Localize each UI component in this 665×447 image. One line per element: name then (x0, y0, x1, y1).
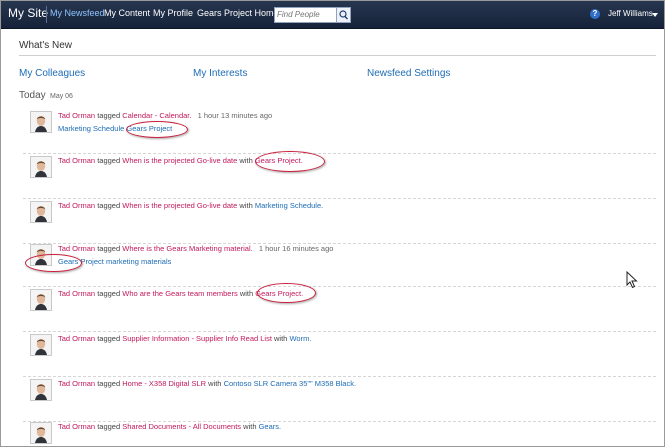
feed-item-text: Tad Orman tagged Home - X358 Digital SLR… (58, 379, 356, 388)
tagged-item-link[interactable]: When is the projected Go-live date (122, 156, 237, 165)
avatar[interactable] (30, 244, 52, 266)
tagged-text: tagged (97, 111, 121, 120)
my-colleagues-link[interactable]: My Colleagues (19, 68, 85, 79)
feed-item: Tad Orman tagged Where is the Gears Mark… (23, 242, 656, 287)
tagged-item-link[interactable]: Where is the Gears Marketing material. (122, 244, 252, 253)
today-date: May 06 (50, 93, 73, 100)
top-navigation-bar: My Site My Newsfeed My Content My Profil… (1, 1, 664, 29)
feed-item: Tad Orman tagged Who are the Gears team … (23, 283, 656, 332)
avatar-icon (31, 290, 51, 310)
tag-link[interactable]: Gears Project (58, 257, 104, 266)
my-interests-link[interactable]: My Interests (193, 68, 247, 79)
feed-item-text: Tad Orman tagged Calendar - Calendar. 1 … (58, 111, 272, 120)
today-label: Today (19, 90, 46, 101)
with-text: with (239, 201, 253, 210)
tagged-item-link[interactable]: Home - X358 Digital SLR (122, 379, 206, 388)
tag-link[interactable]: Gears Project (126, 124, 172, 133)
tagged-item-link[interactable]: Who are the Gears team members (122, 289, 237, 298)
search-button[interactable] (336, 8, 350, 22)
with-text: with (208, 379, 222, 388)
avatar-icon (31, 380, 51, 400)
tagged-text: tagged (97, 244, 121, 253)
feed-item-text: Tad Orman tagged Who are the Gears team … (58, 289, 303, 298)
feed-item: Tad Orman tagged When is the projected G… (23, 199, 656, 244)
feed-item-text: Tad Orman tagged Supplier Information - … (58, 334, 311, 343)
tagged-text: tagged (97, 156, 121, 165)
search-input[interactable] (277, 8, 335, 21)
tagged-text: tagged (97, 334, 121, 343)
nav-my-newsfeed[interactable]: My Newsfeed (50, 8, 105, 18)
tagged-text: tagged (97, 379, 121, 388)
nav-gears-project-home[interactable]: Gears Project Home (197, 8, 279, 18)
avatar[interactable] (30, 201, 52, 223)
timestamp: 1 hour 16 minutes ago (258, 244, 334, 253)
avatar-icon (31, 202, 51, 222)
my-site-title[interactable]: My Site (8, 6, 48, 20)
avatar[interactable] (30, 422, 52, 444)
feed-item-text: Tad Orman tagged Shared Documents - All … (58, 422, 281, 431)
avatar-icon (31, 157, 51, 177)
avatar[interactable] (30, 334, 52, 356)
avatar[interactable] (30, 111, 52, 133)
feed-item: Tad Orman tagged Calendar - Calendar. 1 … (23, 109, 656, 154)
author-link[interactable]: Tad Orman (58, 156, 95, 165)
tag-link[interactable]: Gears Project. (255, 156, 303, 165)
with-text: with (239, 289, 254, 298)
tag-link[interactable]: Marketing Schedule. (255, 201, 323, 210)
feed-item-text: Tad Orman tagged When is the projected G… (58, 156, 303, 165)
tag-link[interactable]: Worm. (289, 334, 311, 343)
with-text: with (239, 156, 253, 165)
avatar-icon (31, 112, 51, 132)
author-link[interactable]: Tad Orman (58, 244, 95, 253)
tagged-text: tagged (97, 422, 121, 431)
author-link[interactable]: Tad Orman (58, 201, 95, 210)
tag-link[interactable]: marketing materials (106, 257, 171, 266)
feed-item: Tad Orman tagged When is the projected G… (23, 151, 656, 199)
avatar[interactable] (30, 289, 52, 311)
feed-item: Tad Orman tagged Supplier Information - … (23, 332, 656, 377)
page-title: What's New (19, 40, 73, 51)
author-link[interactable]: Tad Orman (58, 289, 95, 298)
author-link[interactable]: Tad Orman (58, 111, 95, 120)
nav-divider (46, 6, 47, 23)
find-people-search (274, 7, 351, 23)
author-link[interactable]: Tad Orman (58, 379, 95, 388)
tag-link[interactable]: Marketing Schedule (58, 124, 124, 133)
with-text: with (243, 422, 257, 431)
newsfeed-settings-link[interactable]: Newsfeed Settings (367, 68, 450, 79)
title-divider (19, 55, 656, 56)
user-menu[interactable]: Jeff Williams (608, 9, 653, 18)
avatar-icon (31, 245, 51, 265)
timestamp: 1 hour 13 minutes ago (197, 111, 273, 120)
tagged-item-link[interactable]: Supplier Information - Supplier Info Rea… (122, 334, 272, 343)
feed-item-tags: Gears Project marketing materials (58, 257, 171, 266)
nav-my-profile[interactable]: My Profile (153, 8, 193, 18)
nav-my-content[interactable]: My Content (104, 8, 150, 18)
search-icon (339, 10, 348, 20)
avatar[interactable] (30, 379, 52, 401)
with-text: with (274, 334, 288, 343)
help-icon[interactable]: ? (590, 9, 600, 19)
feed-item: Tad Orman tagged Shared Documents - All … (28, 420, 656, 446)
tagged-text: tagged (97, 289, 121, 298)
avatar[interactable] (30, 156, 52, 178)
tag-link[interactable]: Gears. (259, 422, 282, 431)
screenshot-frame: My Site My Newsfeed My Content My Profil… (0, 0, 665, 447)
tag-link[interactable]: Gears Project. (255, 289, 303, 298)
tagged-item-link[interactable]: When is the projected Go-live date (122, 201, 237, 210)
tagged-item-link[interactable]: Calendar - Calendar. (122, 111, 191, 120)
feed-item-text: Tad Orman tagged When is the projected G… (58, 201, 323, 210)
tagged-item-link[interactable]: Shared Documents - All Documents (122, 422, 241, 431)
author-link[interactable]: Tad Orman (58, 422, 95, 431)
cursor-icon (626, 271, 638, 289)
feed-item-tags: Marketing Schedule Gears Project (58, 124, 172, 133)
tag-link[interactable]: Contoso SLR Camera 35"" M358 Black. (224, 379, 356, 388)
avatar-icon (31, 335, 51, 355)
tagged-text: tagged (97, 201, 121, 210)
author-link[interactable]: Tad Orman (58, 334, 95, 343)
feed-item: Tad Orman tagged Home - X358 Digital SLR… (23, 377, 656, 422)
chevron-down-icon[interactable] (652, 13, 658, 17)
avatar-icon (31, 423, 51, 443)
feed-item-text: Tad Orman tagged Where is the Gears Mark… (58, 244, 333, 253)
